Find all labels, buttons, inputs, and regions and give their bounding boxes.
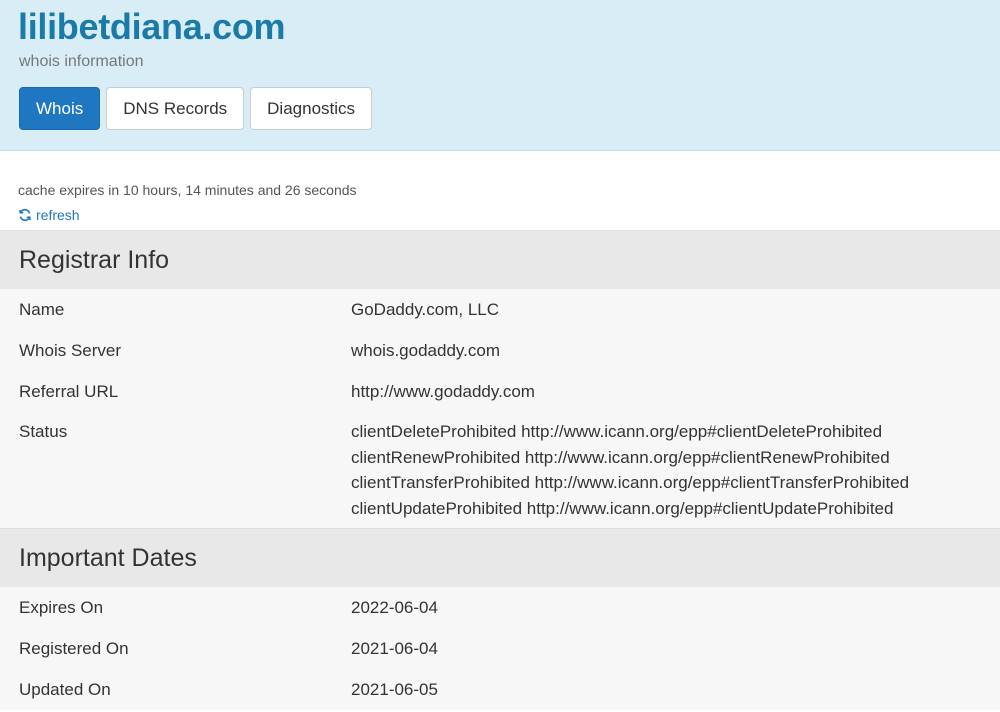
row-value: http://www.godaddy.com: [351, 381, 535, 401]
registrar-info-heading: Registrar Info: [0, 231, 1000, 289]
status-item: clientDeleteProhibited http://www.icann.…: [351, 422, 883, 441]
page-subtitle: whois information: [19, 53, 144, 70]
row-value: 2022-06-04: [351, 597, 438, 617]
important-dates-rows: Expires On 2022-06-04 Registered On 2021…: [0, 587, 1000, 710]
tab-diagnostics[interactable]: Diagnostics: [250, 87, 373, 130]
date-row-expires-on: Expires On 2022-06-04: [0, 587, 1000, 628]
domain-title: lilibetdiana.com: [18, 6, 286, 47]
important-dates-heading: Important Dates: [0, 529, 1000, 587]
page-header: lilibetdiana.com whois information Whois…: [0, 0, 1000, 151]
refresh-icon: [19, 208, 31, 222]
refresh-link[interactable]: refresh: [18, 207, 80, 223]
row-label: Updated On: [19, 679, 111, 699]
refresh-label: refresh: [36, 207, 80, 223]
info-row-referral-url: Referral URL http://www.godaddy.com: [0, 371, 1000, 412]
date-row-updated-on: Updated On 2021-06-05: [0, 669, 1000, 710]
row-label: Referral URL: [19, 381, 119, 401]
row-value: 2021-06-05: [351, 679, 438, 699]
row-label: Name: [19, 299, 65, 319]
tab-whois[interactable]: Whois: [19, 87, 101, 130]
row-value: GoDaddy.com, LLC: [351, 299, 500, 319]
registrar-info-panel: Registrar Info Name GoDaddy.com, LLC Who…: [0, 230, 1000, 529]
row-label: Status: [19, 422, 68, 441]
important-dates-panel: Important Dates Expires On 2022-06-04 Re…: [0, 528, 1000, 710]
info-row-status: Status clientDeleteProhibited http://www…: [0, 412, 1000, 529]
tab-dns-records[interactable]: DNS Records: [106, 87, 245, 130]
tab-bar: Whois DNS Records Diagnostics: [19, 87, 373, 130]
info-row-whois-server: Whois Server whois.godaddy.com: [0, 330, 1000, 371]
row-label: Whois Server: [19, 340, 122, 360]
registrar-info-rows: Name GoDaddy.com, LLC Whois Server whois…: [0, 289, 1000, 529]
row-value: whois.godaddy.com: [351, 340, 500, 360]
status-item: clientUpdateProhibited http://www.icann.…: [351, 498, 894, 518]
row-label: Expires On: [19, 597, 104, 617]
status-list: clientDeleteProhibited http://www.icann.…: [351, 419, 909, 521]
status-item: clientTransferProhibited http://www.ican…: [351, 473, 910, 492]
row-value: 2021-06-04: [351, 638, 438, 658]
date-row-registered-on: Registered On 2021-06-04: [0, 628, 1000, 669]
info-row-name: Name GoDaddy.com, LLC: [0, 289, 1000, 330]
status-item: clientRenewProhibited http://www.icann.o…: [351, 447, 890, 467]
row-label: Registered On: [19, 638, 129, 658]
cache-expiry-text: cache expires in 10 hours, 14 minutes an…: [18, 182, 357, 198]
